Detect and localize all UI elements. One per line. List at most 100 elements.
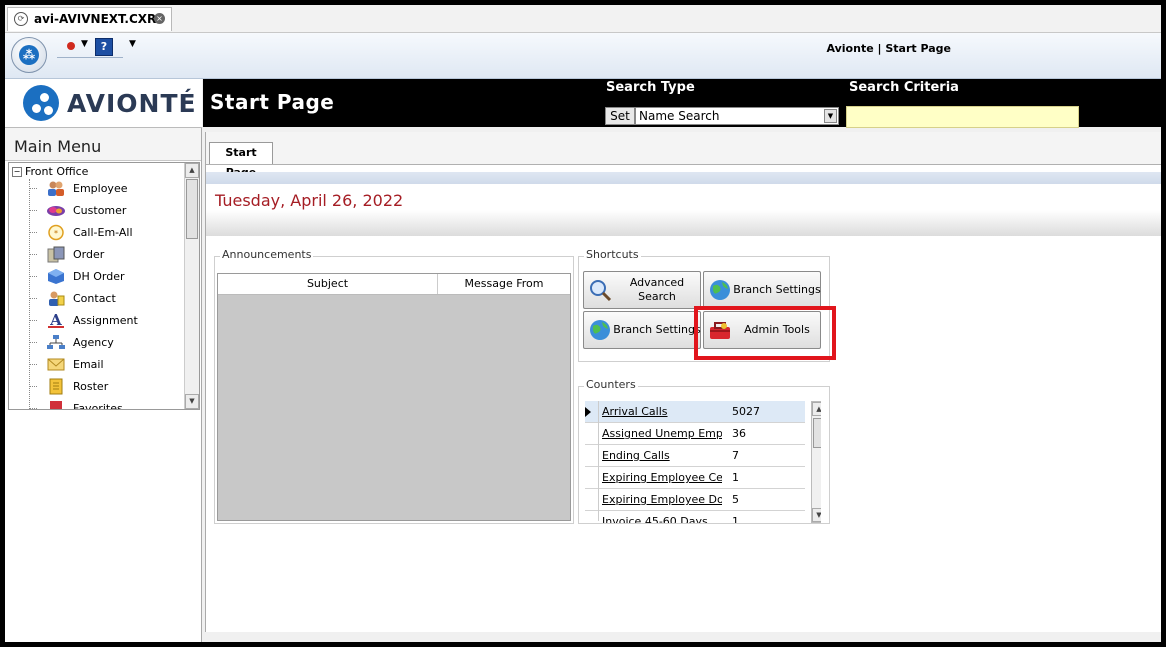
announcements-grid[interactable]: Subject Message From [217, 273, 571, 521]
content-area: Start Page Tuesday, April 26, 2022 Annou… [205, 132, 1161, 632]
search-type-select[interactable]: Name Search ▼ [635, 107, 839, 125]
scroll-up-icon[interactable]: ▲ [812, 402, 821, 416]
branch-settings-button-2[interactable]: Branch Settings [583, 311, 701, 349]
counter-name-link[interactable]: Expiring Employee Docs [602, 493, 722, 506]
branch-settings-button[interactable]: Branch Settings [703, 271, 821, 309]
chevron-down-icon[interactable]: ▼ [81, 39, 88, 49]
contact-icon [49, 291, 65, 306]
favorites-icon [50, 401, 62, 409]
shortcuts-title: Shortcuts [584, 248, 641, 261]
main-menu-title: Main Menu [14, 137, 102, 156]
close-icon[interactable]: × [154, 13, 165, 24]
column-header-subject[interactable]: Subject [218, 274, 438, 294]
counter-row[interactable]: Invoice 45-60 Days 1 [585, 511, 805, 523]
advanced-search-button[interactable]: Advanced Search [583, 271, 701, 309]
counter-name-link[interactable]: Ending Calls [602, 449, 722, 462]
employee-icon [48, 181, 64, 196]
app-logo-icon: ⁂ [19, 45, 39, 65]
date-heading: Tuesday, April 26, 2022 [215, 191, 404, 210]
tree-item-label: DH Order [73, 270, 125, 283]
roster-icon [49, 378, 63, 395]
counter-name-link[interactable]: Expiring Employee Certs [602, 471, 722, 484]
shortcut-label: Advanced Search [629, 276, 685, 303]
counter-value: 1 [732, 515, 739, 523]
counter-row[interactable]: Arrival Calls 5027 [585, 401, 805, 423]
record-icon[interactable] [67, 42, 75, 50]
help-button[interactable]: ? [95, 38, 113, 56]
quick-access-toolbar: ⁂ ▼ ? ▼ Avionte | Start Page [5, 33, 1161, 79]
collapse-icon[interactable]: − [12, 167, 22, 177]
search-type-label: Search Type [606, 80, 695, 95]
tree-scrollbar[interactable]: ▲ ▼ [184, 163, 199, 409]
row-indicator-icon [585, 407, 591, 417]
counter-value: 7 [732, 449, 739, 462]
order-icon [47, 246, 65, 263]
logo-text: AVIONTÉ [67, 89, 197, 118]
customer-icon [47, 206, 65, 216]
column-header-message-from[interactable]: Message From [438, 274, 570, 294]
application-menu-button[interactable]: ⁂ [11, 37, 47, 73]
svg-text:*: * [54, 229, 58, 238]
scroll-thumb[interactable] [186, 179, 198, 239]
tree-item-label: Contact [73, 292, 116, 305]
magnifier-icon [590, 280, 612, 302]
globe-icon [710, 280, 730, 300]
counter-row[interactable]: Expiring Employee Certs 1 [585, 467, 805, 489]
globe-icon [590, 320, 610, 340]
counter-row[interactable]: Assigned Unemp Employees 36 [585, 423, 805, 445]
scroll-thumb[interactable] [813, 418, 821, 448]
counters-panel: Counters Arrival Calls 5027 Assigned Une… [578, 378, 830, 524]
scroll-up-icon[interactable]: ▲ [185, 163, 199, 178]
shortcut-label: Branch Settings [733, 283, 821, 296]
tab-start-page[interactable]: Start Page [209, 142, 273, 179]
document-tab-strip: ⟳ avi-AVIVNEXT.CXR4 × [5, 5, 1161, 33]
counter-row[interactable]: Expiring Employee Docs 5 [585, 489, 805, 511]
counter-name-link[interactable]: Invoice 45-60 Days [602, 515, 722, 523]
highlight-annotation [694, 306, 836, 360]
counters-grid: Arrival Calls 5027 Assigned Unemp Employ… [585, 401, 821, 523]
counter-name-link[interactable]: Assigned Unemp Employees [602, 427, 722, 440]
scroll-down-icon[interactable]: ▼ [185, 394, 199, 409]
search-type-value: Name Search [639, 109, 720, 123]
scroll-down-icon[interactable]: ▼ [812, 508, 821, 522]
agency-icon [47, 335, 65, 349]
document-tab-label: avi-AVIVNEXT.CXR4 [34, 12, 165, 26]
tree-item-label: Agency [73, 336, 114, 349]
tree-item-label: Customer [73, 204, 127, 217]
chevron-down-icon[interactable]: ▼ [824, 109, 837, 123]
main-menu-header: Main Menu [5, 128, 201, 161]
tree-item-label: Roster [73, 380, 109, 393]
shortcut-label: Branch Settings [613, 323, 701, 336]
counter-row[interactable]: Ending Calls 7 [585, 445, 805, 467]
tree-root-label: Front Office [25, 165, 89, 178]
logo: AVIONTÉ [5, 79, 202, 128]
main-menu-pane: Main Menu − Front Office Employee Custome… [5, 128, 202, 642]
document-tab[interactable]: ⟳ avi-AVIVNEXT.CXR4 × [7, 7, 172, 31]
announcements-panel: Announcements Subject Message From [214, 248, 574, 524]
content-tab-strip: Start Page [206, 132, 1161, 179]
counter-value: 1 [732, 471, 739, 484]
application-window: ⟳ avi-AVIVNEXT.CXR4 × ⁂ ▼ ? ▼ Avionte | … [5, 5, 1161, 642]
search-criteria-input[interactable] [846, 106, 1079, 128]
window-title: Avionte | Start Page [826, 42, 952, 55]
search-criteria-label: Search Criteria [849, 80, 959, 95]
assignment-icon: A [48, 312, 64, 329]
dh-order-icon [48, 269, 64, 284]
set-button[interactable]: Set [605, 107, 635, 125]
counter-value: 36 [732, 427, 746, 440]
tree-item-label: Call-Em-All [73, 226, 133, 239]
avionte-logo-icon [23, 85, 59, 121]
tree-item-label: Order [73, 248, 105, 261]
counters-title: Counters [584, 378, 638, 391]
tree-root-front-office[interactable]: − Front Office [12, 165, 88, 178]
call-em-all-icon: * [48, 224, 64, 241]
connection-icon: ⟳ [14, 12, 28, 26]
main-menu-tree: − Front Office Employee Customer * Call-E… [8, 162, 200, 410]
counters-scrollbar[interactable]: ▲ ▼ [811, 401, 821, 523]
tree-item-label: Employee [73, 182, 128, 195]
tree-item-label: Favorites [73, 402, 123, 410]
counter-name-link[interactable]: Arrival Calls [602, 405, 722, 418]
customize-toolbar-icon[interactable]: ▼ [129, 39, 136, 49]
tree-item-label: Assignment [73, 314, 138, 327]
announcements-header: Subject Message From [218, 274, 570, 295]
